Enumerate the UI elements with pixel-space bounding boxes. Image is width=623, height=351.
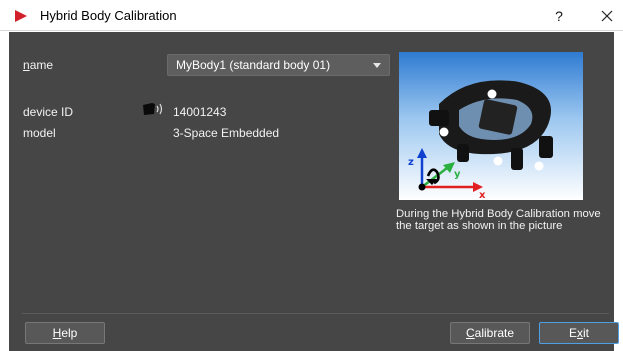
calibration-instructions: During the Hybrid Body Calibration move … bbox=[396, 208, 601, 232]
chevron-down-icon bbox=[373, 63, 381, 68]
dialog-body: name MyBody1 (standard body 01) device I… bbox=[9, 32, 619, 351]
body-name-value: MyBody1 (standard body 01) bbox=[176, 58, 331, 72]
calibration-picture: z y x bbox=[399, 52, 583, 200]
exit-button[interactable]: Exit bbox=[539, 322, 619, 344]
marker-dot bbox=[487, 89, 497, 99]
help-button[interactable]: Help bbox=[25, 322, 105, 344]
marker-dot bbox=[439, 127, 449, 137]
divider bbox=[22, 313, 609, 314]
app-icon bbox=[15, 10, 27, 22]
name-label: name bbox=[23, 58, 54, 72]
close-icon[interactable] bbox=[595, 5, 619, 27]
calibrate-button[interactable]: Calibrate bbox=[450, 322, 530, 344]
marker-dot bbox=[493, 156, 503, 166]
model-value: 3-Space Embedded bbox=[173, 126, 280, 140]
axis-z-label: z bbox=[408, 157, 414, 168]
window-title: Hybrid Body Calibration bbox=[40, 8, 177, 23]
body-name-select[interactable]: MyBody1 (standard body 01) bbox=[167, 54, 390, 76]
axis-y-label: y bbox=[454, 169, 461, 180]
axis-x-label: x bbox=[479, 190, 486, 200]
model-label: model bbox=[23, 126, 56, 140]
device-id-value: 14001243 bbox=[173, 105, 227, 119]
title-bar: Hybrid Body Calibration ? bbox=[0, 0, 623, 31]
help-icon[interactable]: ? bbox=[547, 5, 571, 27]
wireless-sensor-icon bbox=[143, 103, 163, 115]
marker-dot bbox=[534, 161, 544, 171]
device-id-label: device ID bbox=[23, 105, 74, 119]
